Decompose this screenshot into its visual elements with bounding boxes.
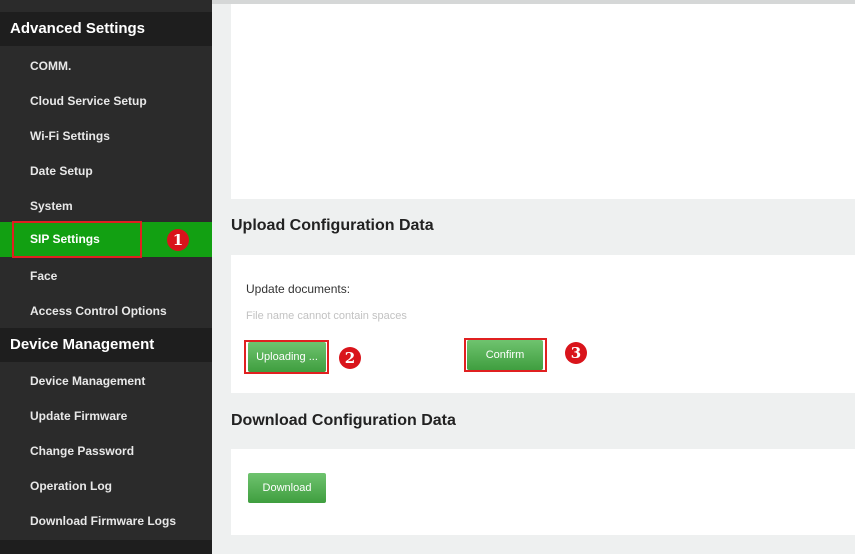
sidebar-item-cloud-service-setup[interactable]: Cloud Service Setup: [0, 84, 212, 119]
sidebar-item-change-password[interactable]: Change Password: [0, 434, 212, 469]
top-content-panel: [231, 4, 855, 199]
sidebar-item-device-management[interactable]: Device Management: [0, 364, 212, 399]
sidebar-item-comm[interactable]: COMM.: [0, 49, 212, 84]
sidebar-group-device-management[interactable]: Device Management: [0, 328, 212, 362]
top-border: [212, 0, 855, 4]
file-name-hint: File name cannot contain spaces: [246, 310, 407, 322]
download-card: Download: [231, 449, 855, 535]
sidebar-item-wifi-settings[interactable]: Wi-Fi Settings: [0, 119, 212, 154]
sidebar-group-advanced-settings[interactable]: Advanced Settings: [0, 12, 212, 46]
sidebar-item-face[interactable]: Face: [0, 259, 212, 294]
main-content: Upload Configuration Data Update documen…: [212, 0, 855, 554]
download-button[interactable]: Download: [248, 473, 326, 503]
upload-card: Update documents: File name cannot conta…: [231, 255, 855, 393]
sidebar-item-operation-log[interactable]: Operation Log: [0, 469, 212, 504]
step-3-badge: 3: [565, 342, 587, 364]
sidebar-item-update-firmware[interactable]: Update Firmware: [0, 399, 212, 434]
sidebar-footer-bar: [0, 540, 212, 554]
sidebar: Advanced Settings COMM. Cloud Service Se…: [0, 0, 212, 554]
sidebar-item-download-firmware-logs[interactable]: Download Firmware Logs: [0, 504, 212, 539]
upload-button[interactable]: Uploading ...: [248, 342, 326, 372]
upload-section-title: Upload Configuration Data: [231, 217, 434, 234]
confirm-button[interactable]: Confirm: [467, 340, 543, 370]
update-documents-label: Update documents:: [246, 282, 351, 296]
step-1-badge: 1: [167, 229, 189, 251]
sidebar-item-system[interactable]: System: [0, 189, 212, 224]
step-2-badge: 2: [339, 347, 361, 369]
sidebar-item-date-setup[interactable]: Date Setup: [0, 154, 212, 189]
download-section-title: Download Configuration Data: [231, 412, 456, 429]
sidebar-item-access-control-options[interactable]: Access Control Options: [0, 294, 212, 329]
